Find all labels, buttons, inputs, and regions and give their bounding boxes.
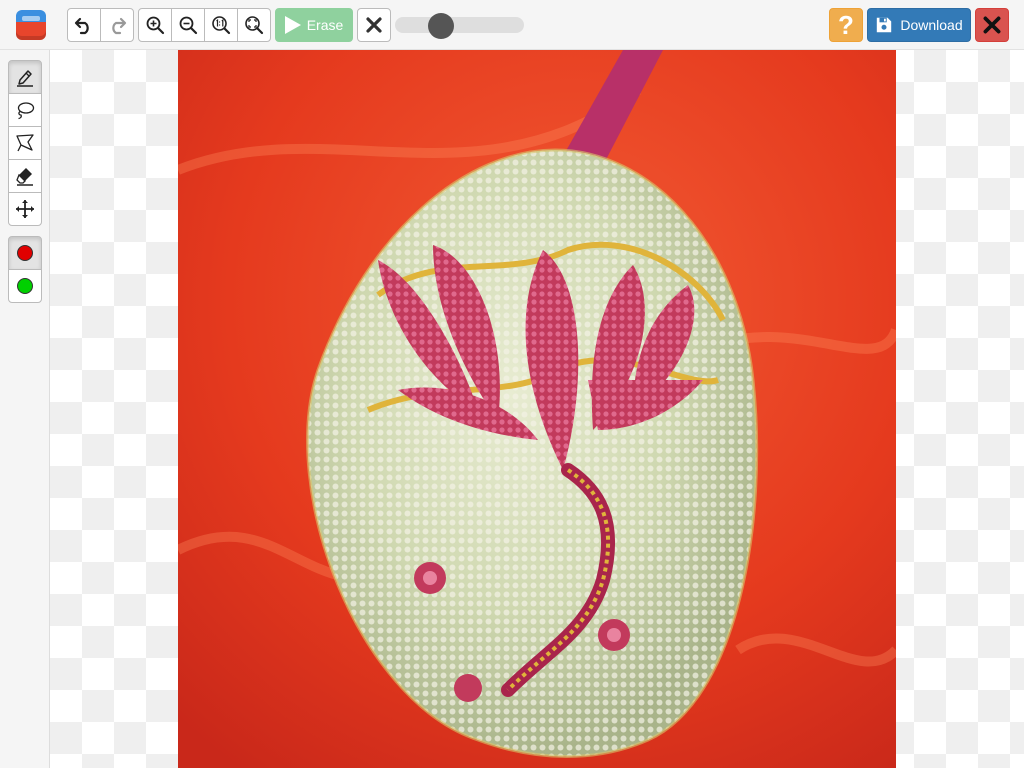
remove-color-button[interactable]	[8, 236, 42, 270]
play-icon	[284, 16, 301, 34]
lasso-icon	[17, 102, 35, 120]
canvas-area[interactable]	[50, 50, 1024, 768]
marker-tool[interactable]	[8, 60, 42, 94]
zoom-out-icon	[179, 16, 198, 35]
eraser-icon	[16, 168, 33, 186]
beaded-ornament-photo[interactable]	[178, 50, 896, 768]
top-toolbar: Erase ? Download	[0, 0, 1024, 50]
download-button[interactable]: Download	[867, 8, 971, 42]
app-logo-icon	[16, 10, 46, 40]
slider-thumb[interactable]	[428, 13, 454, 39]
erase-button-label: Erase	[306, 17, 344, 33]
move-tool[interactable]	[8, 192, 42, 226]
move-icon	[16, 200, 34, 218]
color-group	[8, 236, 42, 303]
history-group	[67, 8, 134, 42]
save-icon	[877, 17, 892, 33]
zoom-actual-size-icon	[212, 16, 231, 35]
eraser-tool[interactable]	[8, 159, 42, 193]
zoom-out-button[interactable]	[171, 8, 205, 42]
tools-sidebar	[0, 50, 50, 768]
slider-track[interactable]	[395, 17, 524, 33]
erase-button[interactable]: Erase	[275, 8, 353, 42]
zoom-group	[138, 8, 271, 42]
brush-size-slider[interactable]	[395, 13, 524, 39]
keep-color-button[interactable]	[8, 269, 42, 303]
redo-icon	[112, 17, 127, 35]
zoom-actual-size-button[interactable]	[204, 8, 238, 42]
zoom-in-button[interactable]	[138, 8, 172, 42]
zoom-fit-icon	[245, 16, 264, 35]
zoom-fit-button[interactable]	[237, 8, 271, 42]
polygon-icon	[16, 134, 34, 152]
exit-button[interactable]	[975, 8, 1009, 42]
download-button-label: Download	[900, 17, 963, 33]
close-icon	[366, 17, 382, 33]
question-icon: ?	[838, 10, 854, 40]
marker-icon	[17, 70, 33, 87]
redo-button[interactable]	[100, 8, 134, 42]
red-color-swatch	[17, 245, 33, 261]
help-button[interactable]: ?	[829, 8, 863, 42]
polygon-lasso-tool[interactable]	[8, 126, 42, 160]
green-color-swatch	[17, 278, 33, 294]
lasso-tool[interactable]	[8, 93, 42, 127]
tool-group	[8, 60, 42, 226]
clear-group	[357, 8, 391, 42]
close-icon	[983, 16, 1001, 34]
undo-icon	[74, 17, 89, 35]
undo-button[interactable]	[67, 8, 101, 42]
clear-button[interactable]	[357, 8, 391, 42]
zoom-in-icon	[146, 16, 165, 35]
